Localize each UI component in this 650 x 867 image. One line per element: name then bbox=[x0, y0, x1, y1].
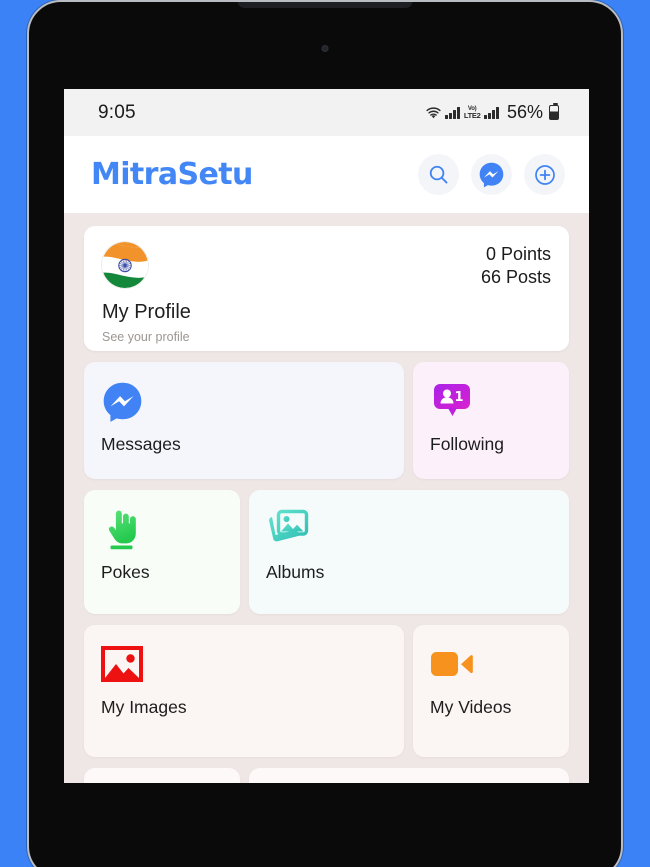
app-header-actions bbox=[418, 154, 565, 195]
image-icon bbox=[101, 641, 404, 687]
search-icon bbox=[427, 163, 450, 186]
profile-stats: 0 Points 66 Posts bbox=[481, 243, 551, 290]
search-button[interactable] bbox=[418, 154, 459, 195]
profile-posts: 66 Posts bbox=[480, 267, 551, 288]
tablet-device: 9:05 Vo) LTE2 56% MitraSetu 0 Points 66 … bbox=[27, 0, 623, 867]
india-flag-avatar bbox=[102, 242, 148, 288]
messenger-button[interactable] bbox=[471, 154, 512, 195]
tile-row-1: Messages 1 Following bbox=[84, 362, 569, 479]
tile-label: Pokes bbox=[101, 562, 150, 582]
phone-screen: 9:05 Vo) LTE2 56% MitraSetu 0 Points 66 … bbox=[64, 89, 589, 783]
tile-my-images[interactable]: My Images bbox=[84, 625, 404, 757]
following-badge-icon: 1 bbox=[430, 378, 569, 424]
front-camera-icon bbox=[321, 45, 329, 52]
messenger-icon bbox=[101, 378, 404, 424]
home-content: 0 Points 66 Posts My Profile See your pr… bbox=[64, 213, 589, 783]
tile-albums[interactable]: Albums bbox=[249, 490, 569, 614]
volte-label: Vo) LTE2 bbox=[463, 105, 481, 120]
add-button[interactable] bbox=[524, 154, 565, 195]
top-speaker-grille bbox=[237, 2, 413, 8]
tile-label: Following bbox=[430, 434, 504, 454]
status-bar: 9:05 Vo) LTE2 56% bbox=[64, 89, 589, 136]
profile-name: My Profile bbox=[102, 301, 191, 323]
signal-bars-icon-secondary bbox=[484, 106, 499, 119]
battery-percent-label: 56% bbox=[506, 102, 543, 122]
tile-my-videos[interactable]: My Videos bbox=[413, 625, 569, 757]
messenger-icon bbox=[478, 161, 505, 188]
tile-label: My Images bbox=[101, 697, 187, 717]
pointing-hand-icon bbox=[101, 506, 240, 552]
tile-label: Messages bbox=[101, 434, 181, 454]
profile-points: 0 Points bbox=[485, 244, 551, 264]
photo-stack-icon bbox=[266, 506, 569, 552]
tile-messages[interactable]: Messages bbox=[84, 362, 404, 479]
tile-partial-right[interactable] bbox=[249, 768, 569, 783]
tile-row-partial bbox=[84, 768, 569, 783]
tile-row-3: My Images My Videos bbox=[84, 625, 569, 757]
video-camera-icon bbox=[430, 641, 569, 687]
app-logo: MitraSetu bbox=[91, 157, 253, 192]
profile-card[interactable]: 0 Points 66 Posts My Profile See your pr… bbox=[84, 226, 569, 351]
app-header: MitraSetu bbox=[64, 136, 589, 213]
signal-bars-icon bbox=[445, 106, 460, 119]
following-badge-count: 1 bbox=[454, 390, 463, 405]
tile-label: My Videos bbox=[430, 697, 512, 717]
battery-icon bbox=[549, 102, 559, 120]
tile-partial-left[interactable] bbox=[84, 768, 240, 783]
tile-row-2: Pokes Albums bbox=[84, 490, 569, 614]
tile-pokes[interactable]: Pokes bbox=[84, 490, 240, 614]
status-icon-group: Vo) LTE2 56% bbox=[425, 102, 559, 123]
status-clock: 9:05 bbox=[98, 101, 136, 123]
wifi-icon bbox=[425, 106, 442, 120]
add-circle-icon bbox=[533, 163, 557, 187]
tile-following[interactable]: 1 Following bbox=[413, 362, 569, 479]
profile-subtitle: See your profile bbox=[102, 330, 190, 344]
tile-label: Albums bbox=[266, 562, 325, 582]
